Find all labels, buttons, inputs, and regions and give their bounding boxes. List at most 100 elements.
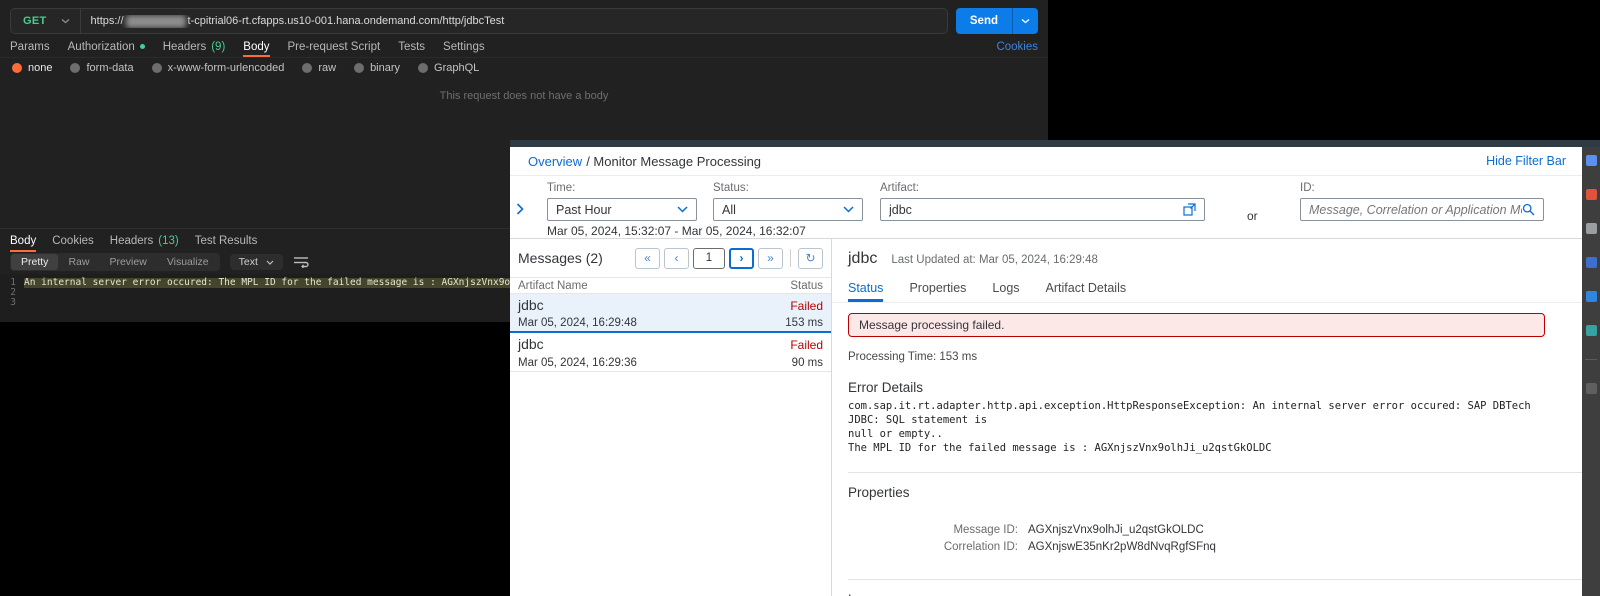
status-badge: Failed [790, 338, 823, 352]
cookies-link[interactable]: Cookies [996, 41, 1038, 53]
first-page-button[interactable]: « [635, 247, 660, 269]
sap-main-panel: Overview / Monitor Message Processing Hi… [510, 147, 1582, 596]
view-mode-raw[interactable]: Raw [58, 254, 99, 270]
view-mode-preview[interactable]: Preview [99, 254, 156, 270]
extension-icon-7[interactable] [1585, 383, 1597, 394]
list-column-headers: Artifact Name Status [510, 277, 831, 294]
tab-settings[interactable]: Settings [443, 36, 485, 57]
id-input[interactable] [1300, 198, 1544, 221]
url-prefix: https:// [90, 15, 124, 27]
tab-tests[interactable]: Tests [398, 36, 425, 57]
authorization-dot-icon [139, 44, 145, 49]
tab-headers[interactable]: Headers (9) [163, 36, 226, 57]
tab-properties[interactable]: Properties [909, 281, 966, 302]
tab-authorization[interactable]: Authorization [68, 36, 145, 57]
status-filter: Status: All [713, 182, 863, 221]
body-type-graphql[interactable]: GraphQL [418, 62, 479, 74]
pagination: « ‹ 1 › » ↻ [635, 247, 823, 269]
extension-icon-3[interactable] [1585, 223, 1597, 234]
expand-filter-chevron-icon[interactable] [516, 203, 524, 215]
body-type-x-www-form-urlencoded[interactable]: x-www-form-urlencoded [151, 62, 284, 74]
extension-icon-6[interactable] [1585, 325, 1597, 336]
breadcrumb-overview-link[interactable]: Overview [528, 154, 582, 169]
search-icon[interactable] [1522, 203, 1535, 216]
id-filter: ID: [1300, 182, 1544, 221]
send-options-chevron[interactable] [1012, 8, 1038, 34]
time-select[interactable]: Past Hour [547, 198, 697, 221]
message-row[interactable]: jdbc Failed Mar 05, 2024, 16:29:48 153 m… [510, 294, 831, 333]
view-mode-pretty[interactable]: Pretty [11, 254, 59, 270]
tab-pre-request-script[interactable]: Pre-request Script [288, 36, 381, 57]
tab-body[interactable]: Body [243, 36, 269, 57]
artifact-input-field[interactable] [889, 202, 1183, 217]
error-text-line: null or empty.. [848, 427, 943, 440]
extension-icon-1[interactable] [1585, 155, 1597, 166]
method-select[interactable]: GET [11, 9, 81, 33]
send-button[interactable]: Send [955, 8, 1038, 34]
refresh-button[interactable]: ↻ [798, 247, 823, 269]
radio-icon [418, 63, 429, 73]
url-redacted-segment [125, 14, 186, 28]
send-label: Send [969, 15, 998, 27]
view-mode-visualize[interactable]: Visualize [157, 254, 219, 270]
previous-page-button[interactable]: ‹ [664, 247, 689, 269]
url-input[interactable]: https:// t-cpitrial06-rt.cfapps.us10-001… [81, 14, 947, 28]
last-page-button[interactable]: » [758, 247, 783, 269]
properties-section: Properties Message ID: AGXnjszVnx9olhJi_… [848, 471, 1582, 553]
next-page-button[interactable]: › [729, 247, 754, 269]
strip-divider [1585, 359, 1597, 360]
or-label: or [1247, 209, 1258, 223]
value-help-icon[interactable] [1183, 203, 1196, 216]
tab-params[interactable]: Params [10, 36, 50, 57]
page-number-input[interactable]: 1 [693, 247, 725, 269]
screenshot-stage: GET https:// t-cpitrial06-rt.cfapps.us10… [0, 0, 1600, 596]
response-tab-cookies[interactable]: Cookies [52, 229, 94, 252]
body-type-none[interactable]: none [12, 62, 52, 74]
extension-icon-5[interactable] [1585, 291, 1597, 302]
detail-tabs: Status Properties Logs Artifact Details [832, 281, 1582, 303]
body-type-form-data[interactable]: form-data [70, 62, 134, 74]
request-bar: GET https:// t-cpitrial06-rt.cfapps.us10… [0, 0, 1048, 36]
breadcrumb: Overview / Monitor Message Processing Hi… [510, 147, 1582, 176]
column-status: Status [790, 279, 823, 292]
chevron-down-icon [61, 18, 70, 24]
wrap-line-icon[interactable] [293, 256, 309, 268]
hide-filter-bar-link[interactable]: Hide Filter Bar [1486, 154, 1566, 168]
response-tab-body[interactable]: Body [10, 229, 36, 252]
chevron-down-icon [677, 206, 688, 213]
artifact-name: jdbc [518, 297, 544, 313]
message-id-value: AGXnjszVnx9olhJi_u2qstGkOLDC [1028, 523, 1204, 536]
body-type-options: none form-data x-www-form-urlencoded raw… [0, 58, 1048, 78]
tab-logs[interactable]: Logs [992, 281, 1019, 302]
artifact-name: jdbc [518, 336, 544, 352]
format-select[interactable]: Text [229, 254, 283, 270]
artifact-input[interactable] [880, 198, 1205, 221]
processing-time-text: Processing Time: 153 ms [848, 351, 978, 363]
tab-status[interactable]: Status [848, 281, 884, 302]
pager-divider [790, 249, 791, 267]
url-group: GET https:// t-cpitrial06-rt.cfapps.us10… [10, 8, 948, 34]
response-tab-headers[interactable]: Headers (13) [110, 229, 179, 252]
time-range-text: Mar 05, 2024, 15:32:07 - Mar 05, 2024, 1… [547, 224, 806, 238]
message-row[interactable]: jdbc Failed Mar 05, 2024, 16:29:36 90 ms [510, 333, 831, 372]
correlation-id-value: AGXnjswE35nKr2pW8dNvqRgfSFnq [1028, 540, 1216, 553]
response-tab-test-results[interactable]: Test Results [195, 229, 258, 252]
method-label: GET [23, 15, 47, 27]
tab-artifact-details[interactable]: Artifact Details [1046, 281, 1127, 302]
extension-icon-2[interactable] [1585, 189, 1597, 200]
extension-icon-4[interactable] [1585, 257, 1597, 268]
messages-list-panel: Messages (2) « ‹ 1 › » ↻ Artifact Name S… [510, 239, 832, 596]
error-message-strip: Message processing failed. [848, 313, 1545, 337]
id-input-field[interactable] [1309, 202, 1522, 217]
radio-icon [70, 63, 81, 73]
logs-section: Logs [848, 578, 1582, 596]
view-mode-group: Pretty Raw Preview Visualize [10, 253, 220, 271]
status-select[interactable]: All [713, 198, 863, 221]
message-duration: 90 ms [791, 357, 823, 369]
error-text-line: com.sap.it.rt.adapter.http.api.exception… [848, 400, 1531, 426]
radio-icon [12, 63, 22, 73]
body-type-binary[interactable]: binary [354, 62, 400, 74]
body-type-raw[interactable]: raw [302, 62, 336, 74]
radio-icon [354, 63, 365, 73]
radio-icon [151, 63, 162, 73]
